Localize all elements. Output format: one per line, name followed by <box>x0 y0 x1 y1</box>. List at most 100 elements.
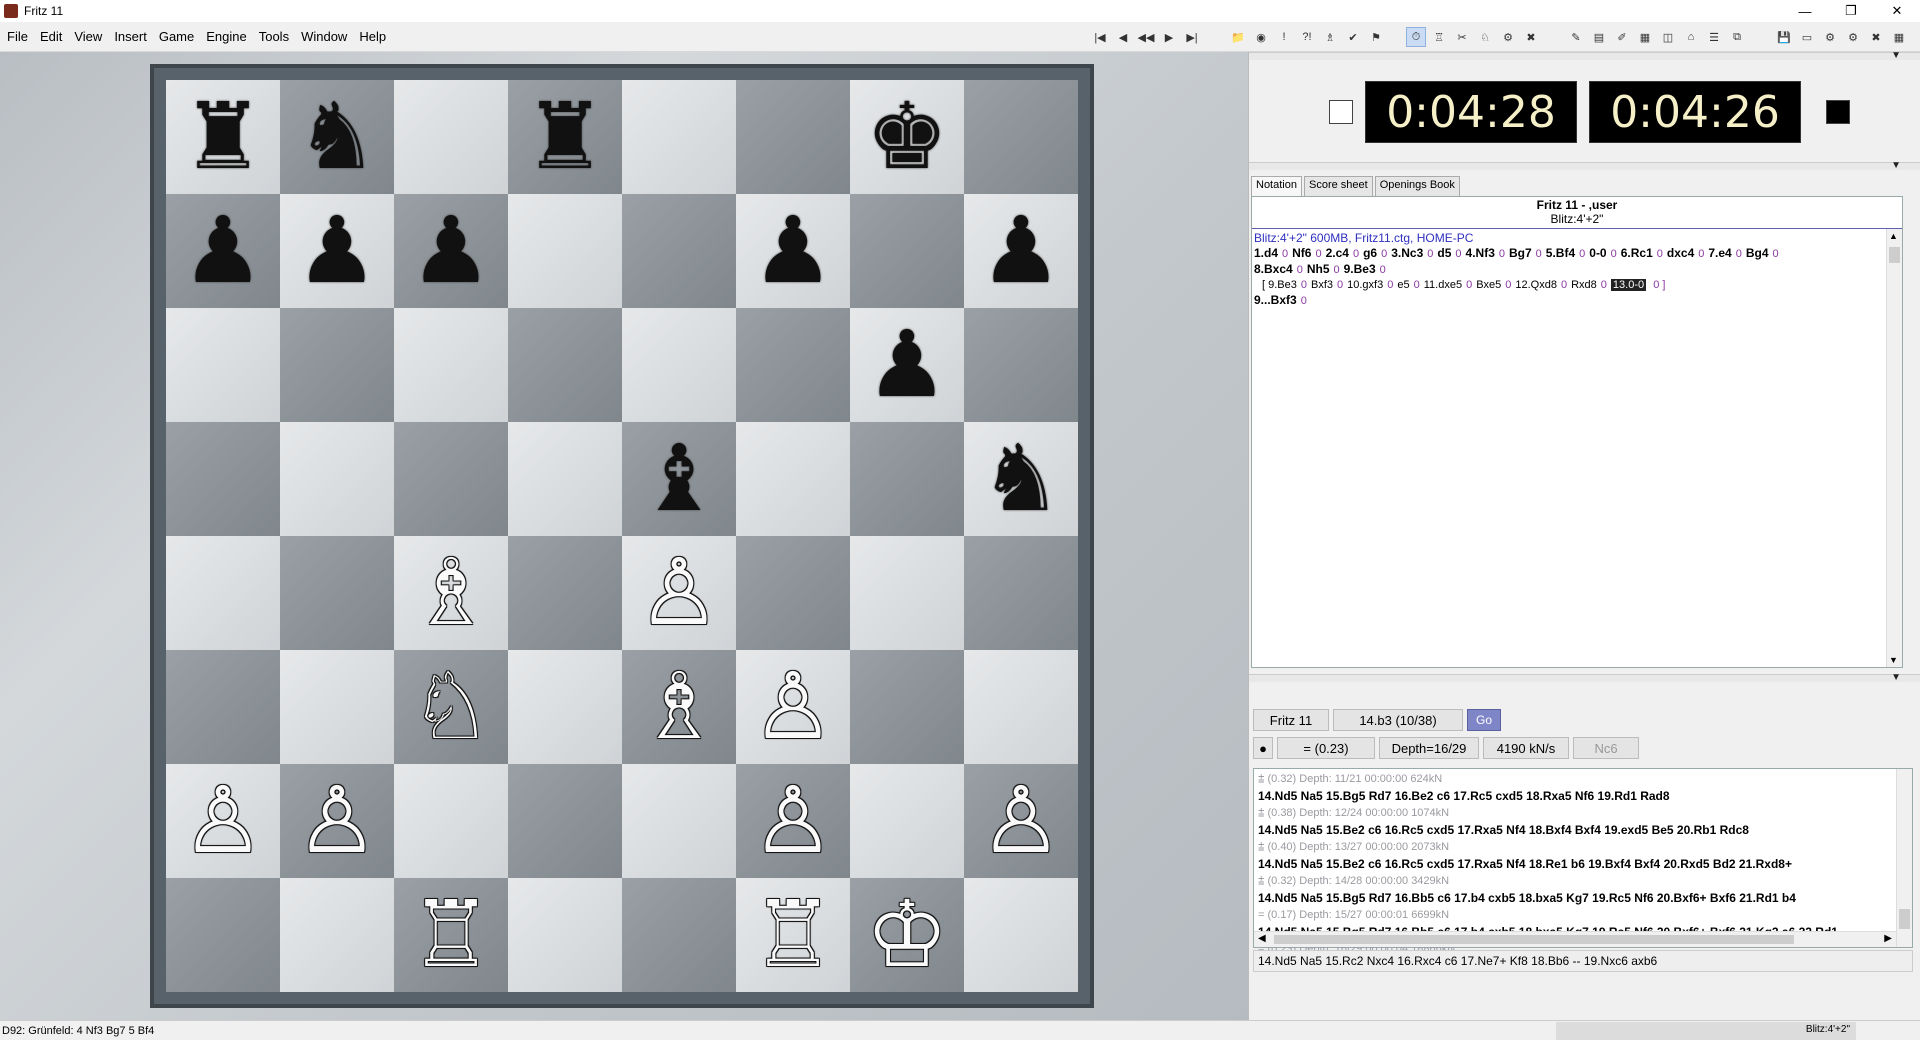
analysis-vscrollbar[interactable] <box>1896 769 1912 947</box>
home-icon[interactable]: ⌂ <box>1681 27 1701 47</box>
piece-icon[interactable]: ♖ <box>1429 27 1449 47</box>
move[interactable]: Nf6 <box>1292 246 1311 260</box>
square-g8[interactable]: ♚ <box>850 80 964 194</box>
check-icon[interactable]: ✔ <box>1343 27 1363 47</box>
white-piece[interactable]: ♙ <box>638 547 720 639</box>
tab-openings-book[interactable]: Openings Book <box>1374 176 1460 196</box>
annotate-icon[interactable]: ?! <box>1297 27 1317 47</box>
first-move-icon[interactable]: |◀ <box>1090 27 1110 47</box>
square-c7[interactable]: ♟ <box>394 194 508 308</box>
engine-pane-splitter[interactable]: ▼ <box>1249 672 1920 683</box>
square-d7[interactable] <box>508 194 622 308</box>
analysis-line[interactable]: 14.Nd5 Na5 15.Bg5 Rd7 16.Be2 c6 17.Rc5 c… <box>1258 788 1908 805</box>
square-b8[interactable]: ♞ <box>280 80 394 194</box>
square-h6[interactable] <box>964 308 1078 422</box>
grid-icon[interactable]: ▦ <box>1635 27 1655 47</box>
variation-move[interactable]: Bxe5 <box>1476 279 1501 291</box>
analysis-line[interactable]: 14.Nd5 Na5 15.Be2 c6 16.Rc5 cxd5 17.Rxa5… <box>1258 822 1908 839</box>
move[interactable]: 3.Nc3 <box>1391 246 1423 260</box>
back-variation-icon[interactable]: ◀◀ <box>1136 27 1156 47</box>
gear-icon[interactable]: ⚙ <box>1820 27 1840 47</box>
square-c4[interactable]: ♗ <box>394 536 508 650</box>
square-f6[interactable] <box>736 308 850 422</box>
minimize-button[interactable]: — <box>1782 0 1828 22</box>
square-e4[interactable]: ♙ <box>622 536 736 650</box>
square-h2[interactable]: ♙ <box>964 764 1078 878</box>
book-icon[interactable]: ▤ <box>1589 27 1609 47</box>
black-piece[interactable]: ♟ <box>980 205 1062 297</box>
black-piece[interactable]: ♟ <box>752 205 834 297</box>
cut-icon[interactable]: ✂ <box>1452 27 1472 47</box>
settings-icon[interactable]: ⚙ <box>1843 27 1863 47</box>
black-piece[interactable]: ♞ <box>296 91 378 183</box>
back-move-icon[interactable]: ◀ <box>1113 27 1133 47</box>
stop-engine-icon[interactable]: ✖ <box>1521 27 1541 47</box>
square-g1[interactable]: ♔ <box>850 878 964 992</box>
move[interactable]: dxc4 <box>1667 246 1694 260</box>
menu-game[interactable]: Game <box>152 29 199 44</box>
square-e2[interactable] <box>622 764 736 878</box>
square-g6[interactable]: ♟ <box>850 308 964 422</box>
move[interactable]: 0-0 <box>1589 246 1606 260</box>
square-a4[interactable] <box>166 536 280 650</box>
open-folder-icon[interactable]: 📁 <box>1228 27 1248 47</box>
square-h1[interactable] <box>964 878 1078 992</box>
white-piece[interactable]: ♘ <box>410 661 492 753</box>
database-icon[interactable]: ◉ <box>1251 27 1271 47</box>
black-piece[interactable]: ♟ <box>866 319 948 411</box>
restore-button[interactable]: ❐ <box>1828 0 1874 22</box>
white-piece[interactable]: ♙ <box>182 775 264 867</box>
square-c3[interactable]: ♘ <box>394 650 508 764</box>
layout-icon[interactable]: ⧉ <box>1727 27 1747 47</box>
white-piece[interactable]: ♗ <box>410 547 492 639</box>
analysis-line[interactable]: 14.Nd5 Na5 15.Bg5 Rd7 16.Bb5 c6 17.b4 cx… <box>1258 890 1908 907</box>
square-d5[interactable] <box>508 422 622 536</box>
square-e3[interactable]: ♗ <box>622 650 736 764</box>
square-e6[interactable] <box>622 308 736 422</box>
white-piece[interactable]: ♙ <box>752 661 834 753</box>
variation-move[interactable]: e5 <box>1397 279 1409 291</box>
menu-help[interactable]: Help <box>352 29 391 44</box>
square-g7[interactable] <box>850 194 964 308</box>
board-design-icon[interactable]: ▦ <box>1889 27 1909 47</box>
menu-view[interactable]: View <box>67 29 107 44</box>
black-piece[interactable]: ♟ <box>182 205 264 297</box>
move[interactable]: 5.Bf4 <box>1546 246 1575 260</box>
square-e8[interactable] <box>622 80 736 194</box>
square-b4[interactable] <box>280 536 394 650</box>
square-h5[interactable]: ♞ <box>964 422 1078 536</box>
white-piece[interactable]: ♙ <box>752 775 834 867</box>
square-b6[interactable] <box>280 308 394 422</box>
move[interactable]: 2.c4 <box>1326 246 1349 260</box>
square-a1[interactable] <box>166 878 280 992</box>
black-piece[interactable]: ♜ <box>524 91 606 183</box>
square-c1[interactable]: ♖ <box>394 878 508 992</box>
square-a8[interactable]: ♜ <box>166 80 280 194</box>
menu-insert[interactable]: Insert <box>107 29 152 44</box>
square-d6[interactable] <box>508 308 622 422</box>
black-piece[interactable]: ♟ <box>410 205 492 297</box>
tab-score-sheet[interactable]: Score sheet <box>1303 176 1373 196</box>
clock-pane-splitter[interactable]: ▼ <box>1249 50 1920 61</box>
move[interactable]: 8.Bxc4 <box>1254 262 1293 276</box>
square-e7[interactable] <box>622 194 736 308</box>
square-g4[interactable] <box>850 536 964 650</box>
list-icon[interactable]: ☰ <box>1704 27 1724 47</box>
chess-board[interactable]: ♜ ♞ ♜ ♚ ♟ ♟ ♟ ♟ ♟ ♟ ♝ ♞ ♗ ♙ ♘ ♗ ♙ ♙ ♙ ♙ ♙ ♖ ♖ ♔ <box>166 80 1078 992</box>
move[interactable]: g6 <box>1363 246 1377 260</box>
square-f7[interactable]: ♟ <box>736 194 850 308</box>
position-icon[interactable]: ♗ <box>1320 27 1340 47</box>
white-piece[interactable]: ♙ <box>296 775 378 867</box>
window-icon[interactable]: ◫ <box>1658 27 1678 47</box>
square-e5[interactable]: ♝ <box>622 422 736 536</box>
go-button[interactable]: Go <box>1467 709 1501 731</box>
pen-icon[interactable]: ✐ <box>1612 27 1632 47</box>
variation-move[interactable]: Bxf3 <box>1311 279 1333 291</box>
variation-move[interactable]: 11.dxe5 <box>1424 279 1462 291</box>
move[interactable]: 9.Be3 <box>1344 262 1376 276</box>
analysis-line[interactable]: 14.Nd5 Na5 15.Be2 c6 16.Rc5 cxd5 17.Rxa5… <box>1258 856 1908 873</box>
black-piece[interactable]: ♞ <box>980 433 1062 525</box>
square-c5[interactable] <box>394 422 508 536</box>
square-d3[interactable] <box>508 650 622 764</box>
variation-move[interactable]: Rxd8 <box>1571 279 1597 291</box>
